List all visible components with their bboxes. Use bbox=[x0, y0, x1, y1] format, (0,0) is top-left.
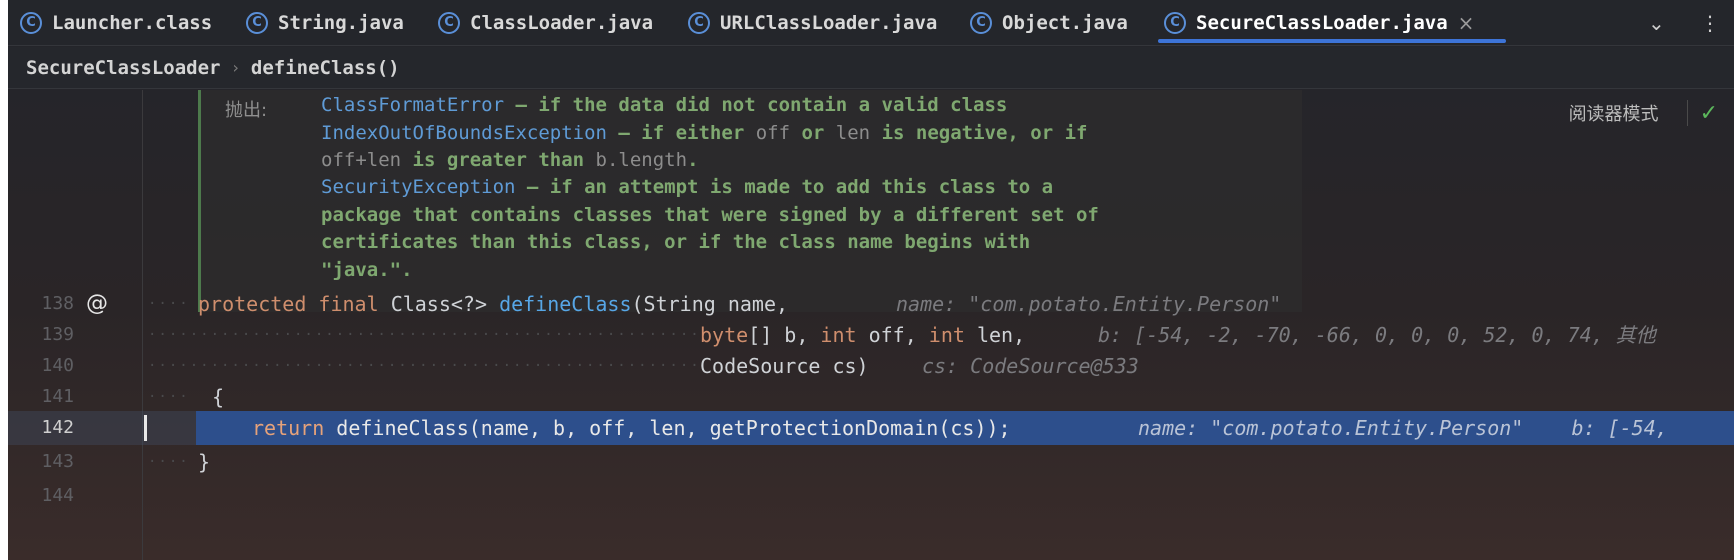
inline-debug-value: name: "com.potato.Entity.Person" bbox=[896, 292, 1282, 316]
tab-label: Object.java bbox=[1002, 12, 1128, 34]
breadcrumb-separator: › bbox=[232, 58, 239, 77]
doc-line: IndexOutOfBoundsException – if either of… bbox=[321, 122, 1088, 144]
code-text: protected final Class<?> defineClass(Str… bbox=[198, 292, 789, 316]
doc-line: off+len is greater than b.length. bbox=[321, 149, 699, 171]
class-icon: C bbox=[246, 12, 268, 34]
tab-label: SecureClassLoader.java bbox=[1196, 12, 1448, 34]
indent-guide: ···· bbox=[148, 296, 190, 312]
tab-label: ClassLoader.java bbox=[470, 12, 654, 34]
code-line-142[interactable]: 142 return defineClass(name, b, off, len… bbox=[8, 411, 1734, 445]
code-editor[interactable]: 抛出: ClassFormatError – if the data did n… bbox=[8, 90, 1734, 560]
doc-link[interactable]: ClassFormatError bbox=[321, 94, 504, 116]
code-text: byte[] b, int off, int len, bbox=[700, 323, 1026, 347]
class-icon: C bbox=[970, 12, 992, 34]
doc-line: package that contains classes that were … bbox=[321, 204, 1099, 226]
code-text: return defineClass(name, b, off, len, ge… bbox=[252, 416, 1011, 440]
tab-string-java[interactable]: C String.java bbox=[246, 0, 404, 46]
more-options-icon[interactable]: ⋮ bbox=[1700, 0, 1720, 46]
breadcrumb-method[interactable]: defineClass() bbox=[251, 57, 400, 79]
code-line-140[interactable]: 140 ····································… bbox=[8, 349, 1734, 383]
breadcrumb: SecureClassLoader › defineClass() bbox=[8, 47, 1734, 89]
code-line-139[interactable]: 139 ····································… bbox=[8, 318, 1734, 352]
tab-urlclassloader-java[interactable]: C URLClassLoader.java bbox=[688, 0, 937, 46]
breadcrumb-class[interactable]: SecureClassLoader bbox=[26, 57, 220, 79]
indent-guide: ···· bbox=[148, 454, 190, 470]
implements-at-icon[interactable]: @ bbox=[86, 287, 108, 321]
class-icon: C bbox=[688, 12, 710, 34]
code-line-141[interactable]: 141 ···· { bbox=[8, 380, 1734, 414]
tab-label: String.java bbox=[278, 12, 404, 34]
editor-tab-bar: C Launcher.class C String.java C ClassLo… bbox=[8, 0, 1734, 46]
doc-line: certificates than this class, or if the … bbox=[321, 231, 1031, 253]
line-number: 140 bbox=[41, 355, 74, 376]
inline-debug-value: cs: CodeSource@533 bbox=[922, 354, 1139, 378]
throws-label: 抛出: bbox=[225, 100, 268, 121]
doc-line: ClassFormatError – if the data did not c… bbox=[321, 94, 1008, 116]
close-icon[interactable]: × bbox=[1458, 11, 1475, 35]
indent-guide: ········································… bbox=[148, 327, 700, 343]
tab-label: URLClassLoader.java bbox=[720, 12, 938, 34]
code-line-144[interactable]: 144 bbox=[8, 479, 1734, 513]
code-text: } bbox=[198, 450, 211, 474]
line-number: 144 bbox=[41, 485, 74, 506]
code-line-138[interactable]: 138 @ ···· protected final Class<?> defi… bbox=[8, 287, 1734, 321]
code-text: { bbox=[212, 385, 225, 409]
ide-window: C Launcher.class C String.java C ClassLo… bbox=[8, 0, 1734, 560]
doc-line: SecurityException – if an attempt is mad… bbox=[321, 176, 1054, 198]
reader-mode-label[interactable]: 阅读器模式 bbox=[1569, 100, 1659, 126]
reader-mode-toggle[interactable]: 阅读器模式 ✓ bbox=[1569, 100, 1718, 126]
doc-link[interactable]: SecurityException bbox=[321, 176, 515, 198]
line-number: 141 bbox=[41, 386, 74, 407]
text-caret bbox=[144, 415, 147, 441]
line-number: 138 bbox=[41, 293, 74, 314]
tab-secureclassloader-java[interactable]: C SecureClassLoader.java × bbox=[1157, 0, 1507, 46]
tab-label: Launcher.class bbox=[52, 12, 213, 34]
line-number: 142 bbox=[41, 417, 74, 438]
chevron-down-icon[interactable]: ⌄ bbox=[1648, 0, 1665, 46]
rendered-doc-comment: 抛出: ClassFormatError – if the data did n… bbox=[198, 90, 1302, 312]
class-icon: C bbox=[1164, 12, 1186, 34]
inline-debug-value: b: [-54, -2, -70, -66, 0, 0, 0, 52, 0, 7… bbox=[1098, 323, 1656, 347]
doc-link[interactable]: IndexOutOfBoundsException bbox=[321, 122, 607, 144]
divider bbox=[1686, 100, 1688, 126]
code-line-143[interactable]: 143 ···· } bbox=[8, 445, 1734, 479]
doc-line: "java.". bbox=[321, 259, 413, 281]
indent-guide: ···· bbox=[148, 389, 190, 405]
check-icon[interactable]: ✓ bbox=[1700, 101, 1718, 126]
inline-debug-value: name: "com.potato.Entity.Person" b: [-54… bbox=[1138, 416, 1668, 440]
tab-classloader-java[interactable]: C ClassLoader.java bbox=[438, 0, 653, 46]
tab-object-java[interactable]: C Object.java bbox=[970, 0, 1128, 46]
line-number: 139 bbox=[41, 324, 74, 345]
line-number: 143 bbox=[41, 451, 74, 472]
code-text: CodeSource cs) bbox=[700, 354, 869, 378]
class-icon: C bbox=[20, 12, 42, 34]
tab-launcher-class[interactable]: C Launcher.class bbox=[20, 0, 212, 46]
class-icon: C bbox=[438, 12, 460, 34]
indent-guide: ········································… bbox=[148, 358, 700, 374]
